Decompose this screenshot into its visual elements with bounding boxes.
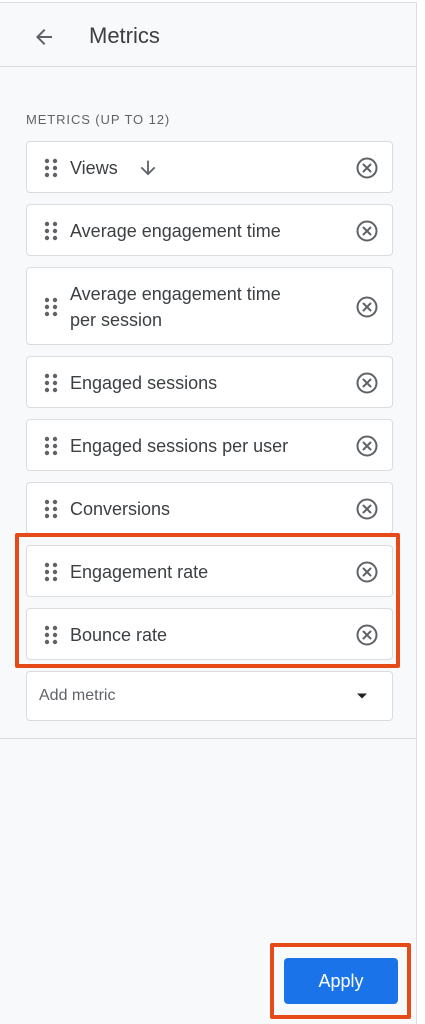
page-title: Metrics: [89, 23, 160, 48]
metric-item-average-engagement-time-per-session[interactable]: Average engagement time per session: [26, 267, 393, 345]
metric-label: Engagement rate: [70, 562, 209, 582]
section-divider: [0, 738, 417, 739]
remove-circle-icon[interactable]: [354, 622, 380, 648]
metric-item-average-engagement-time[interactable]: Average engagement time: [26, 204, 393, 256]
remove-circle-icon[interactable]: [354, 218, 380, 244]
metric-label: Engaged sessions per user: [70, 436, 289, 456]
section-label: METRICS (UP TO 12): [26, 112, 171, 127]
drag-handle-icon[interactable]: [44, 562, 58, 582]
apply-button[interactable]: Apply: [284, 958, 398, 1004]
panel-header: Metrics: [0, 3, 417, 67]
drag-handle-icon[interactable]: [44, 625, 58, 645]
metric-label-line2: per session: [70, 310, 163, 330]
metrics-panel: Metrics METRICS (UP TO 12) Views Average…: [0, 0, 417, 1024]
drag-handle-icon[interactable]: [44, 373, 58, 393]
drag-handle-icon[interactable]: [44, 499, 58, 519]
remove-circle-icon[interactable]: [354, 370, 380, 396]
arrow-left-icon: [36, 29, 52, 45]
arrow-down-icon[interactable]: [137, 157, 159, 179]
metric-label: Average engagement time: [70, 221, 281, 241]
drag-handle-icon[interactable]: [44, 436, 58, 456]
remove-circle-icon[interactable]: [354, 433, 380, 459]
metric-item-engaged-sessions-per-user[interactable]: Engaged sessions per user: [26, 419, 393, 471]
remove-circle-icon[interactable]: [354, 294, 380, 320]
add-metric-select[interactable]: Add metric: [26, 671, 393, 721]
metric-item-conversions[interactable]: Conversions: [26, 482, 393, 534]
add-metric-placeholder: Add metric: [39, 687, 116, 704]
metric-label: Engaged sessions: [70, 373, 218, 393]
drag-handle-icon[interactable]: [44, 158, 58, 178]
remove-circle-icon[interactable]: [354, 155, 380, 181]
dropdown-arrow-icon: [357, 693, 367, 699]
drag-handle-icon[interactable]: [44, 297, 58, 317]
metric-item-bounce-rate[interactable]: Bounce rate: [26, 608, 393, 660]
drag-handle-icon[interactable]: [44, 221, 58, 241]
metric-label-line1: Average engagement time: [70, 284, 281, 304]
metric-label: Conversions: [70, 499, 171, 519]
remove-circle-icon[interactable]: [354, 496, 380, 522]
remove-circle-icon[interactable]: [354, 559, 380, 585]
metric-item-engaged-sessions[interactable]: Engaged sessions: [26, 356, 393, 408]
metric-item-engagement-rate[interactable]: Engagement rate: [26, 545, 393, 597]
metric-label: Bounce rate: [70, 625, 168, 645]
metric-label: Views: [70, 158, 118, 178]
metric-item-views[interactable]: Views: [26, 141, 393, 193]
back-button[interactable]: [26, 19, 62, 55]
